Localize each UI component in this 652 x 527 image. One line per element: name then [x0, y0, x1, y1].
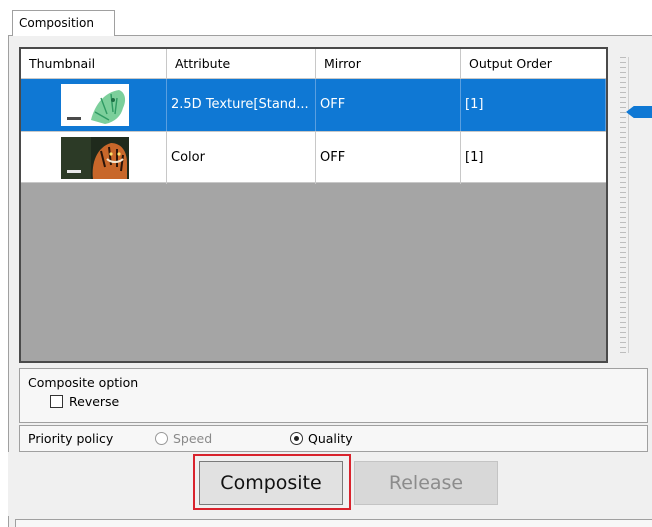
priority-policy-label: Priority policy — [28, 431, 114, 446]
speed-radio-dot[interactable] — [155, 432, 168, 445]
mirror-cell: OFF — [316, 79, 461, 131]
slider-handle[interactable] — [626, 106, 652, 118]
speed-radio[interactable]: Speed — [155, 431, 212, 446]
grid-header: Thumbnail Attribute Mirror Output Order — [21, 49, 606, 79]
attribute-cell: Color — [167, 132, 316, 184]
reverse-checkbox[interactable] — [50, 395, 63, 408]
thumbnail-cell — [21, 132, 167, 184]
thumbnail-cell — [21, 79, 167, 131]
attribute-cell: 2.5D Texture[Stand... — [167, 79, 316, 131]
quality-radio-dot[interactable] — [290, 432, 303, 445]
release-button[interactable]: Release — [354, 461, 498, 505]
slider-ticks — [620, 57, 626, 353]
quality-radio[interactable]: Quality — [290, 431, 353, 446]
speed-label: Speed — [173, 431, 213, 446]
output-order-slider[interactable] — [616, 57, 652, 353]
tab-composition[interactable]: Composition — [12, 10, 115, 36]
layer-grid: Thumbnail Attribute Mirror Output Order … — [19, 47, 608, 363]
reverse-label: Reverse — [69, 394, 120, 409]
output-order-cell: [1] — [465, 150, 484, 165]
output-order-cell: [1] — [461, 79, 606, 131]
table-row[interactable]: Color OFF [1] — [21, 131, 606, 184]
slider-rail — [628, 57, 629, 353]
composite-option-title: Composite option — [28, 375, 139, 390]
column-header-output-order[interactable]: Output Order — [461, 49, 606, 78]
tiger-sketch-thumbnail — [61, 84, 129, 126]
mirror-cell: OFF — [316, 132, 461, 184]
composite-button[interactable]: Composite — [199, 461, 343, 505]
composite-option-group: Composite option Reverse — [19, 368, 648, 423]
reverse-checkbox-row[interactable]: Reverse — [50, 394, 119, 409]
bottom-panel-edge — [15, 519, 652, 527]
column-header-mirror[interactable]: Mirror — [316, 49, 461, 78]
table-row[interactable]: 2.5D Texture[Stand... OFF [1] — [21, 79, 606, 131]
column-header-thumbnail[interactable]: Thumbnail — [21, 49, 167, 78]
priority-policy-group: Priority policy Speed Quality — [19, 425, 648, 452]
column-header-attribute[interactable]: Attribute — [167, 49, 316, 78]
tiger-photo-thumbnail — [61, 137, 129, 179]
quality-label: Quality — [308, 431, 353, 446]
